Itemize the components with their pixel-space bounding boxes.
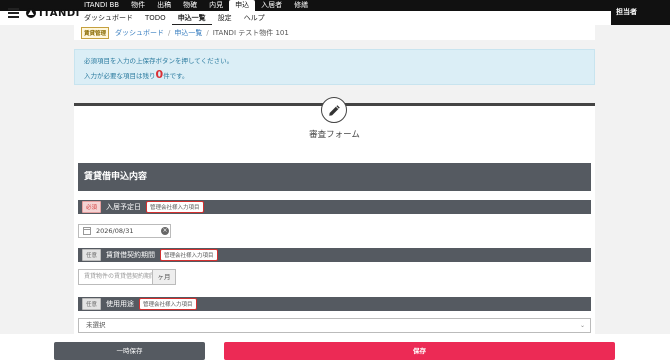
save-button[interactable]: 保存 — [224, 342, 615, 360]
select-value: 未選択 — [86, 321, 106, 329]
field-label: 入居予定日 — [106, 203, 142, 211]
info-box: 必須項目を入力の上保存ボタンを押してください。 入力が必要な項目は残り0件です。 — [74, 49, 595, 85]
breadcrumb-dashboard[interactable]: ダッシュボード — [115, 28, 164, 38]
section-header: 賃貸借申込内容 — [78, 163, 591, 191]
chevron-down-icon: ⌄ — [579, 322, 585, 329]
action-bar: 一時保存 保存 — [0, 334, 670, 364]
hamburger-menu-icon[interactable] — [8, 8, 19, 18]
breadcrumb: 賃貸管理 ダッシュボード / 申込一覧 / ITANDI テスト物件 101 — [74, 25, 595, 40]
breadcrumb-application-list[interactable]: 申込一覧 — [174, 28, 202, 38]
clear-icon[interactable]: × — [161, 227, 169, 235]
field-usage-header: 任意 使用用途 管理会社様入力項目 — [78, 297, 591, 311]
usage-select[interactable]: 未選択 ⌄ — [78, 318, 591, 333]
lease-period-group: 賃貸物件の賃貸借契約期間 ヶ月 — [78, 269, 176, 285]
subnav-dashboard[interactable]: ダッシュボード — [78, 11, 139, 25]
optional-badge: 任意 — [82, 249, 102, 261]
move-in-date-input[interactable]: 2026/08/31 × — [78, 224, 171, 238]
management-input-tag: 管理会社様入力項目 — [146, 201, 204, 213]
info-suffix: 件です。 — [163, 72, 189, 80]
field-move-in-date-header: 必須 入居予定日 管理会社様入力項目 — [78, 200, 591, 214]
logo-mark-icon — [26, 8, 36, 18]
topnav-listing[interactable]: 出稿 — [151, 0, 177, 11]
top-nav: ITANDI BB 物件 出稿 物確 内見 申込 入居者 修繕 — [78, 0, 314, 11]
info-line-2: 入力が必要な項目は残り0件です。 — [84, 68, 585, 83]
management-input-tag: 管理会社様入力項目 — [139, 298, 197, 310]
edit-pencil-icon — [321, 97, 347, 123]
breadcrumb-separator: / — [168, 28, 171, 37]
breadcrumb-current: ITANDI テスト物件 101 — [212, 28, 289, 37]
subnav-todo[interactable]: TODO — [139, 11, 172, 25]
subnav-application-list[interactable]: 申込一覧 — [171, 11, 212, 25]
topnav-itandi-bb[interactable]: ITANDI BB — [78, 0, 125, 11]
topnav-tenant[interactable]: 入居者 — [255, 0, 288, 11]
form-title: 審査フォーム — [309, 130, 360, 140]
breadcrumb-tag: 賃貸管理 — [81, 26, 110, 39]
lease-period-input[interactable]: 賃貸物件の賃貸借契約期間 — [78, 269, 153, 285]
topnav-confirm[interactable]: 物確 — [177, 0, 203, 11]
topnav-application[interactable]: 申込 — [229, 0, 256, 11]
remaining-count: 0 — [155, 68, 164, 81]
info-prefix: 入力が必要な項目は残り — [84, 72, 156, 80]
topnav-viewing[interactable]: 内見 — [203, 0, 229, 11]
field-label: 賃貸借契約期間 — [106, 251, 156, 259]
field-lease-period-header: 任意 賃貸借契約期間 管理会社様入力項目 — [78, 248, 591, 262]
breadcrumb-separator: / — [206, 28, 209, 37]
subnav-settings[interactable]: 設定 — [212, 11, 238, 25]
months-unit: ヶ月 — [153, 269, 176, 285]
user-menu[interactable]: 担当者 — [611, 0, 670, 25]
sub-nav: ダッシュボード TODO 申込一覧 設定 ヘルプ — [78, 11, 271, 25]
optional-badge: 任意 — [82, 298, 102, 310]
temp-save-button[interactable]: 一時保存 — [54, 342, 205, 360]
topnav-repair[interactable]: 修繕 — [288, 0, 314, 11]
calendar-icon — [83, 227, 91, 235]
info-line-1: 必須項目を入力の上保存ボタンを押してください。 — [84, 57, 234, 65]
date-value: 2026/08/31 — [96, 227, 134, 235]
required-badge: 必須 — [82, 201, 102, 213]
topnav-property[interactable]: 物件 — [125, 0, 151, 11]
header: ITANDI ITANDI BB 物件 出稿 物確 内見 申込 入居者 修繕 ダ… — [0, 0, 670, 25]
management-input-tag: 管理会社様入力項目 — [160, 249, 218, 261]
logo[interactable]: ITANDI — [26, 4, 80, 22]
field-label: 使用用途 — [106, 300, 135, 308]
logo-text: ITANDI — [39, 7, 80, 19]
form-card: 審査フォーム 賃貸借申込内容 必須 入居予定日 管理会社様入力項目 2026/0… — [74, 97, 595, 364]
subnav-help[interactable]: ヘルプ — [238, 11, 271, 25]
